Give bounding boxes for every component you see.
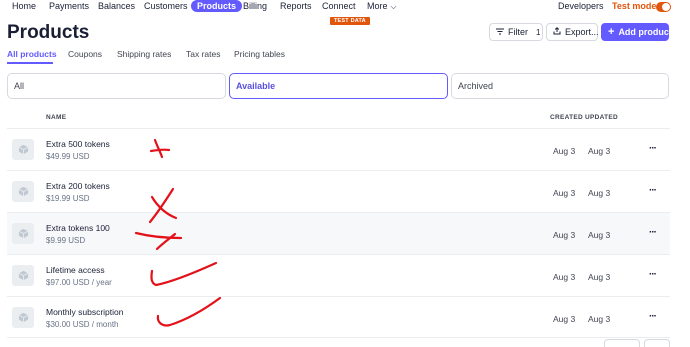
nav-products[interactable]: Products: [191, 0, 243, 12]
nav-balances[interactable]: Balances: [98, 1, 135, 11]
ellipsis-icon[interactable]: ···: [649, 143, 657, 154]
chevron-down-icon: ⌵: [390, 2, 397, 11]
add-product-button[interactable]: + Add product: [601, 23, 672, 41]
export-icon: [553, 27, 561, 37]
page-title: Products: [7, 22, 90, 43]
ellipsis-icon[interactable]: ···: [649, 269, 657, 280]
product-tabs: All products Coupons Shipping rates Tax …: [7, 48, 683, 64]
test-data-badge: TEST DATA: [330, 17, 370, 25]
column-header-updated[interactable]: UPDATED: [585, 114, 618, 121]
ellipsis-icon[interactable]: ···: [649, 185, 657, 196]
ellipsis-icon[interactable]: ···: [649, 227, 657, 238]
toggle-knob: [662, 3, 670, 11]
filter-archived[interactable]: Archived: [451, 73, 669, 99]
product-name[interactable]: Extra 500 tokens: [46, 139, 110, 149]
filter-available-label: Available: [236, 81, 276, 91]
table-row[interactable]: Extra tokens 100 $9.99 USD Aug 3 Aug 3 ·…: [7, 212, 670, 254]
test-mode-toggle[interactable]: [656, 2, 671, 12]
export-label: Export...: [565, 27, 599, 37]
product-price: $9.99 USD: [46, 236, 86, 245]
product-created: Aug 3: [553, 272, 576, 282]
product-updated: Aug 3: [588, 188, 611, 198]
product-box-icon: [12, 307, 34, 328]
nav-billing[interactable]: Billing: [243, 1, 267, 11]
table-row[interactable]: Extra 500 tokens $49.99 USD Aug 3 Aug 3 …: [7, 128, 670, 170]
nav-reports[interactable]: Reports: [280, 1, 312, 11]
product-box-icon: [12, 223, 34, 244]
nav-more[interactable]: More ⌵: [367, 1, 397, 12]
active-tab-indicator: [7, 62, 53, 64]
product-created: Aug 3: [553, 188, 576, 198]
tab-pricing-tables[interactable]: Pricing tables: [234, 49, 285, 59]
product-name[interactable]: Extra 200 tokens: [46, 181, 110, 191]
next-page-button[interactable]: [644, 339, 670, 347]
column-header-created[interactable]: CREATED: [550, 114, 583, 121]
ellipsis-icon[interactable]: ···: [649, 311, 657, 322]
product-created: Aug 3: [553, 230, 576, 240]
nav-developers[interactable]: Developers: [558, 1, 604, 11]
product-name[interactable]: Lifetime access: [46, 265, 105, 275]
table-row[interactable]: Extra 200 tokens $19.99 USD Aug 3 Aug 3 …: [7, 170, 670, 212]
nav-connect[interactable]: Connect: [322, 1, 356, 11]
product-price: $19.99 USD: [46, 194, 90, 203]
tab-tax-rates[interactable]: Tax rates: [186, 49, 221, 59]
table-row[interactable]: Monthly subscription $30.00 USD / month …: [7, 296, 670, 338]
table-row[interactable]: Lifetime access $97.00 USD / year Aug 3 …: [7, 254, 670, 296]
filter-available[interactable]: Available: [229, 73, 448, 99]
filter-icon: [496, 27, 504, 37]
nav-customers[interactable]: Customers: [144, 1, 188, 11]
top-nav: Home Payments Balances Customers Product…: [0, 0, 690, 15]
product-updated: Aug 3: [588, 314, 611, 324]
previous-page-button[interactable]: [604, 339, 640, 347]
filter-label: Filter: [508, 27, 528, 37]
nav-more-label: More: [367, 1, 388, 11]
export-button[interactable]: Export...: [546, 23, 599, 41]
product-box-icon: [12, 181, 34, 202]
product-created: Aug 3: [553, 146, 576, 156]
filter-all-label: All: [14, 81, 25, 91]
filter-archived-label: Archived: [458, 81, 494, 91]
tab-all-products[interactable]: All products: [7, 49, 57, 59]
add-product-label: Add product: [618, 27, 672, 37]
product-name[interactable]: Extra tokens 100: [46, 223, 110, 233]
product-created: Aug 3: [553, 314, 576, 324]
tab-shipping-rates[interactable]: Shipping rates: [117, 49, 171, 59]
product-name[interactable]: Monthly subscription: [46, 307, 123, 317]
product-box-icon: [12, 139, 34, 160]
nav-home[interactable]: Home: [12, 1, 36, 11]
product-box-icon: [12, 265, 34, 286]
tab-coupons[interactable]: Coupons: [68, 49, 102, 59]
product-updated: Aug 3: [588, 146, 611, 156]
product-updated: Aug 3: [588, 230, 611, 240]
nav-payments[interactable]: Payments: [49, 1, 89, 11]
column-header-name[interactable]: NAME: [46, 114, 66, 121]
product-price: $97.00 USD / year: [46, 278, 112, 287]
product-price: $49.99 USD: [46, 152, 90, 161]
filter-count: 1: [536, 27, 541, 37]
filter-all[interactable]: All: [7, 73, 226, 99]
product-price: $30.00 USD / month: [46, 320, 119, 329]
filter-button[interactable]: Filter 1: [489, 23, 543, 41]
test-mode-label: Test mode: [612, 1, 657, 11]
plus-icon: +: [608, 26, 615, 38]
product-updated: Aug 3: [588, 272, 611, 282]
